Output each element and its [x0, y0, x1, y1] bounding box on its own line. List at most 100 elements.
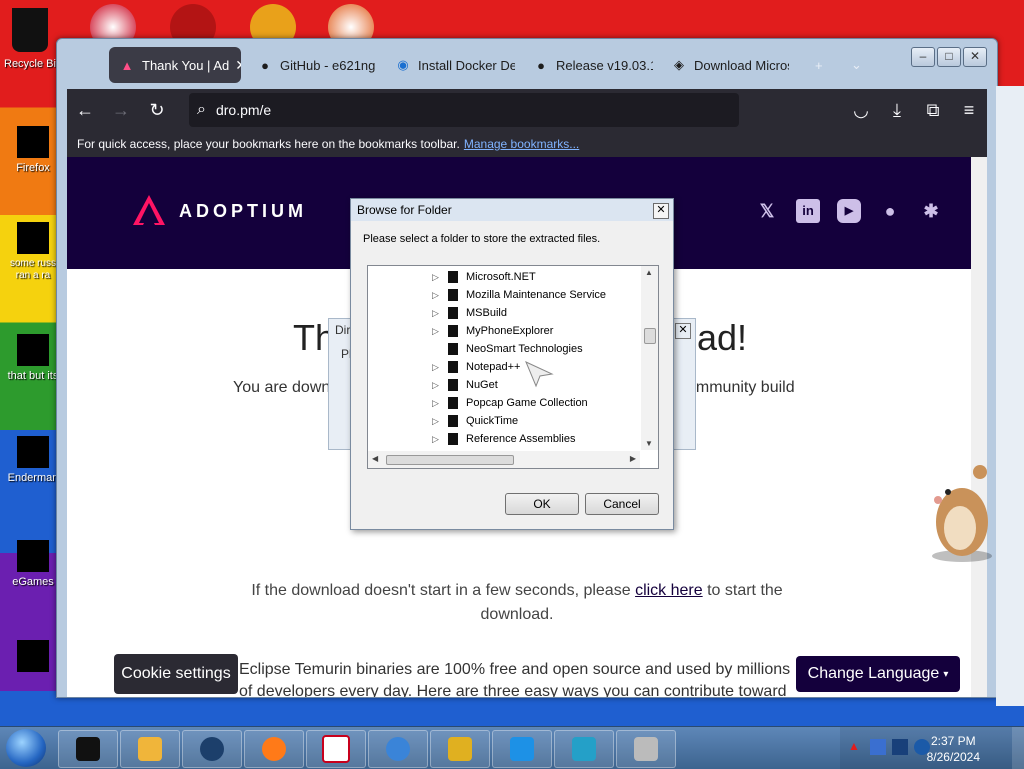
tree-item[interactable]: ▷ QuickTime: [368, 412, 518, 430]
github-icon[interactable]: ●: [878, 199, 902, 223]
expand-arrow-icon[interactable]: ▷: [432, 434, 444, 445]
new-tab-button[interactable]: +: [805, 47, 835, 83]
taskbar-item-network[interactable]: [368, 730, 428, 768]
manage-bookmarks-link[interactable]: Manage bookmarks...: [464, 137, 579, 151]
desktop-icon-unnamed[interactable]: [4, 640, 62, 676]
click-here-link[interactable]: click here: [635, 582, 703, 599]
taskbar-item-toolbox[interactable]: [554, 730, 614, 768]
reload-button[interactable]: ↻: [139, 92, 175, 128]
tree-item[interactable]: ▷ Popcap Game Collection: [368, 394, 588, 412]
microsoft-icon: ◈: [674, 57, 684, 72]
youtube-icon[interactable]: ▶: [837, 199, 861, 223]
desktop-icon-russ[interactable]: some russ ran a ra: [4, 222, 62, 282]
expand-arrow-icon[interactable]: ▷: [432, 326, 444, 337]
minimize-button[interactable]: –: [911, 47, 935, 67]
maximize-button[interactable]: □: [937, 47, 961, 67]
expand-arrow-icon[interactable]: ▷: [432, 380, 444, 391]
tree-item[interactable]: ▷ MyPhoneExplorer: [368, 322, 553, 340]
browse-for-folder-dialog: Browse for Folder ✕ Please select a fold…: [350, 198, 674, 530]
scroll-up-icon[interactable]: ▲: [645, 268, 653, 277]
extensions-icon[interactable]: ⧉: [915, 92, 951, 128]
desktop-icon-that-but[interactable]: that but its: [4, 334, 62, 382]
tab-release[interactable]: ● Release v19.03.1 ·: [523, 47, 653, 83]
caret-down-icon: ▾: [943, 668, 949, 680]
close-tab-icon[interactable]: ✕: [235, 57, 241, 74]
tray-app-icon[interactable]: [870, 739, 886, 755]
tray-app-icon[interactable]: [892, 739, 908, 755]
tree-vertical-scrollbar[interactable]: ▲ ▼: [641, 266, 658, 450]
taskbar-item-installer[interactable]: [616, 730, 676, 768]
tree-item[interactable]: ▷ MSBuild: [368, 304, 507, 322]
expand-arrow-icon[interactable]: ▷: [432, 362, 444, 373]
cancel-button[interactable]: Cancel: [585, 493, 659, 515]
egames-icon: [17, 540, 49, 572]
file-icon: [17, 436, 49, 468]
taskbar-item-firefox[interactable]: [244, 730, 304, 768]
back-button[interactable]: ←: [67, 92, 103, 128]
taskbar-item-egames[interactable]: [306, 730, 366, 768]
linkedin-icon[interactable]: in: [796, 199, 820, 223]
dialog-close-button[interactable]: ✕: [653, 203, 669, 219]
menu-icon[interactable]: ≡: [951, 92, 987, 128]
close-icon[interactable]: ✕: [675, 323, 691, 339]
desktop-icon-firefox[interactable]: Firefox: [4, 126, 62, 174]
close-window-button[interactable]: ✕: [963, 47, 987, 67]
desktop-icon-enderman[interactable]: Enderman: [4, 436, 62, 484]
change-language-button[interactable]: Change Language ▾: [796, 656, 960, 692]
scroll-left-icon[interactable]: ◀: [372, 454, 378, 463]
taskbar-item-docker[interactable]: [492, 730, 552, 768]
ok-button[interactable]: OK: [505, 493, 579, 515]
tree-item[interactable]: ▷ Mozilla Maintenance Service: [368, 286, 606, 304]
folder-icon: [448, 343, 458, 355]
tray-overflow-icon[interactable]: ▲: [848, 739, 860, 753]
hamster-mascot: [932, 465, 992, 562]
expand-arrow-icon[interactable]: ▷: [432, 416, 444, 427]
page-scrollbar[interactable]: [971, 157, 987, 697]
social-links: 𝕏 in ▶ ● ✱: [755, 199, 943, 223]
page-subtitle-right: ommunity build: [687, 379, 795, 396]
cookie-settings-button[interactable]: Cookie settings: [114, 654, 238, 694]
clock[interactable]: 2:37 PM 8/26/2024: [927, 733, 980, 765]
tab-thank-you[interactable]: ▲ Thank You | Ad ✕: [109, 47, 241, 83]
x-twitter-icon[interactable]: 𝕏: [755, 199, 779, 223]
pocket-icon[interactable]: ◡: [843, 92, 879, 128]
tab-download-microsoft[interactable]: ◈ Download Micros: [661, 47, 789, 83]
list-tabs-button[interactable]: ⌄: [841, 47, 871, 83]
scroll-right-icon[interactable]: ▶: [630, 454, 636, 463]
tree-horizontal-scrollbar[interactable]: ◀ ▶: [368, 451, 640, 468]
taskbar-item-app[interactable]: [182, 730, 242, 768]
desktop-icon-recycle-bin[interactable]: Recycle Bin: [4, 58, 62, 70]
folder-icon: [448, 361, 458, 373]
scroll-down-icon[interactable]: ▼: [645, 439, 653, 448]
tree-item[interactable]: ▷ Notepad++: [368, 358, 520, 376]
folder-icon: [448, 289, 458, 301]
url-bar[interactable]: ⌕ dro.pm/e: [189, 93, 739, 127]
slack-icon[interactable]: ✱: [919, 199, 943, 223]
adoptium-logo[interactable]: ADOPTIUM: [131, 193, 307, 229]
forward-button[interactable]: →: [103, 92, 139, 128]
tab-install-docker[interactable]: ◉ Install Docker Des: [385, 47, 515, 83]
expand-arrow-icon[interactable]: ▷: [432, 272, 444, 283]
taskbar-item-media[interactable]: [120, 730, 180, 768]
toolbar-right: ◡ ⤓ ⧉ ≡: [843, 92, 987, 128]
expand-arrow-icon[interactable]: ▷: [432, 290, 444, 301]
show-desktop-button[interactable]: [1012, 727, 1024, 769]
tree-item[interactable]: ▷ NuGet: [368, 376, 498, 394]
tree-item[interactable]: NeoSmart Technologies: [368, 340, 583, 358]
tab-github-e621[interactable]: ● GitHub - e621ng/: [247, 47, 375, 83]
scroll-thumb[interactable]: [386, 455, 514, 465]
tree-item[interactable]: ▷ Microsoft.NET: [368, 268, 536, 286]
recycle-bin-icon[interactable]: [12, 8, 48, 52]
desktop-icon-egames[interactable]: eGames: [4, 540, 62, 588]
file-icon: [17, 222, 49, 254]
folder-icon: [448, 397, 458, 409]
folder-tree[interactable]: ▷ Microsoft.NET ▷ Mozilla Maintenance Serv…: [367, 265, 659, 469]
tree-item[interactable]: ▷ Reference Assemblies: [368, 430, 575, 448]
expand-arrow-icon[interactable]: ▷: [432, 398, 444, 409]
downloads-icon[interactable]: ⤓: [879, 92, 915, 128]
taskbar-item-package[interactable]: [430, 730, 490, 768]
expand-arrow-icon[interactable]: ▷: [432, 308, 444, 319]
scroll-thumb[interactable]: [644, 328, 656, 344]
taskbar-item-terminal[interactable]: [58, 730, 118, 768]
start-button[interactable]: [6, 729, 46, 767]
